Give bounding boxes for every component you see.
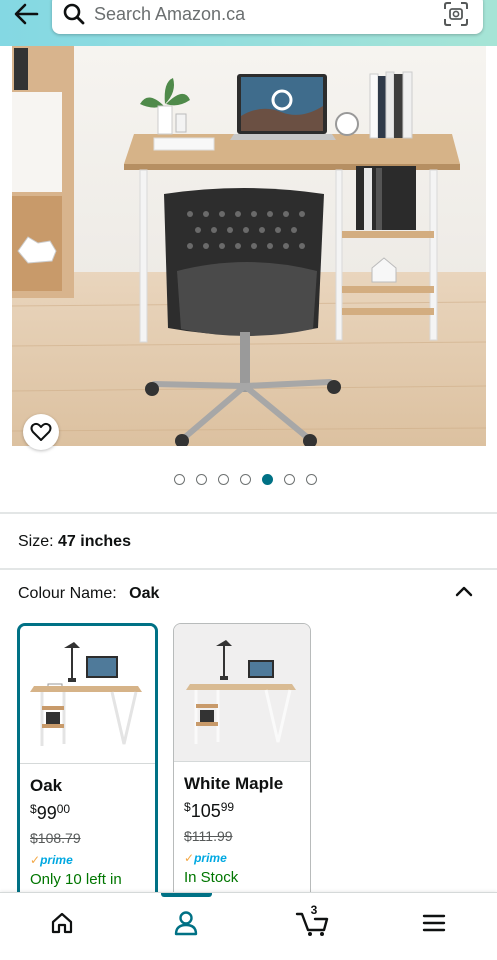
desk-photo	[12, 46, 486, 446]
heart-icon	[30, 422, 52, 441]
nav-cart[interactable]: 3	[292, 903, 332, 939]
prime-badge: ✓prime	[184, 851, 310, 865]
menu-icon	[422, 914, 446, 932]
back-button[interactable]	[10, 0, 42, 28]
price-whole: 105	[190, 801, 221, 821]
price-cents: 00	[56, 802, 71, 816]
size-selection: Size: 47 inches	[18, 533, 131, 551]
header-bar	[0, 0, 497, 46]
check-icon: ✓	[184, 851, 195, 865]
swatch-white-maple[interactable]: White Maple $10599 $111.99 ✓prime In Sto…	[173, 623, 311, 903]
swatch-name: White Maple	[184, 774, 284, 793]
check-icon: ✓	[30, 853, 41, 867]
wishlist-button[interactable]	[23, 414, 59, 450]
size-label: Size:	[18, 533, 54, 550]
colour-value: Oak	[129, 585, 160, 602]
price-cents: 99	[220, 800, 235, 814]
availability: In Stock	[184, 869, 239, 886]
home-icon	[51, 912, 73, 934]
search-icon	[62, 2, 86, 26]
bottom-navigation: 3	[0, 892, 497, 960]
availability: Only 10 left in	[30, 871, 122, 888]
swatch-oak[interactable]: Oak $9900 $108.79 ✓prime Only 10 left in	[17, 623, 158, 903]
chevron-up-icon[interactable]	[454, 582, 474, 600]
list-price: $108.79	[30, 830, 81, 846]
cart-count: 3	[310, 903, 318, 917]
pagination-dot[interactable]	[174, 474, 185, 485]
swatch-image	[20, 626, 155, 764]
price-whole: 99	[36, 803, 57, 823]
divider	[0, 512, 497, 514]
swatch-name: Oak	[30, 776, 63, 795]
pagination-dot[interactable]	[218, 474, 229, 485]
pagination-dot[interactable]	[306, 474, 317, 485]
pagination-dot[interactable]	[262, 474, 273, 485]
nav-menu[interactable]	[414, 907, 454, 939]
currency-symbol: $	[30, 802, 37, 816]
prime-label: prime	[194, 851, 227, 865]
pagination-dot[interactable]	[284, 474, 295, 485]
list-price: $111.99	[184, 828, 233, 844]
prime-label: prime	[40, 853, 73, 867]
swatch-price: $10599	[184, 800, 310, 822]
active-tab-indicator	[161, 893, 212, 897]
user-icon	[174, 911, 198, 936]
nav-home[interactable]	[42, 907, 82, 939]
nav-account[interactable]	[166, 907, 206, 939]
pagination-dot[interactable]	[240, 474, 251, 485]
search-bar[interactable]	[52, 0, 483, 34]
colour-label: Colour Name:	[18, 585, 117, 602]
image-pagination[interactable]	[0, 474, 497, 485]
size-value: 47 inches	[58, 533, 131, 550]
divider	[0, 568, 497, 570]
pagination-dot[interactable]	[196, 474, 207, 485]
colour-selection[interactable]: Colour Name: Oak	[18, 585, 159, 603]
search-input[interactable]	[94, 3, 424, 25]
swatch-price: $9900	[30, 802, 155, 824]
product-image[interactable]	[12, 46, 486, 446]
prime-badge: ✓prime	[30, 853, 155, 867]
currency-symbol: $	[184, 800, 191, 814]
camera-scan-icon[interactable]	[443, 1, 469, 27]
arrow-left-icon	[14, 3, 39, 25]
swatch-image	[174, 624, 310, 762]
